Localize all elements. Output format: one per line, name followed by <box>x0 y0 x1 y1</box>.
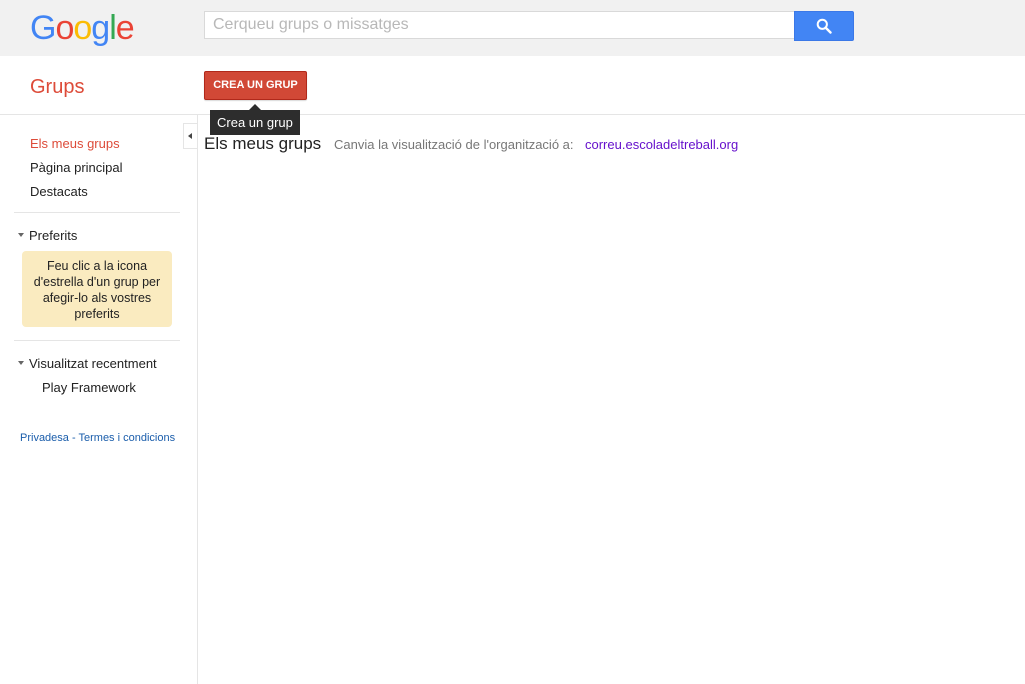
collapse-arrow-icon <box>188 133 192 139</box>
logo-letter: o <box>73 9 92 47</box>
org-switch-label: Canvia la visualització de l'organitzaci… <box>334 137 574 152</box>
recent-section-toggle[interactable]: Visualitzat recentment <box>18 356 157 371</box>
footer-links: Privadesa - Termes i condicions <box>20 432 175 444</box>
caret-down-icon <box>18 360 24 365</box>
sidebar-item-featured[interactable]: Destacats <box>30 184 88 199</box>
page-title: Els meus grups <box>204 134 322 153</box>
search-icon <box>816 18 832 34</box>
google-logo[interactable]: Google <box>30 8 135 48</box>
favorites-hint: Feu clic a la icona d'estrella d'un grup… <box>22 251 172 327</box>
logo-letter: e <box>115 9 135 47</box>
logo-letter: o <box>55 9 74 47</box>
create-group-tooltip: Crea un grup <box>210 110 300 135</box>
org-switch-link[interactable]: correu.escoladeltreball.org <box>585 137 738 152</box>
sidebar-item-my-groups[interactable]: Els meus grups <box>30 136 120 151</box>
caret-down-icon <box>18 232 24 237</box>
recent-item[interactable]: Play Framework <box>42 380 136 395</box>
top-bar: Google <box>0 0 1025 56</box>
sidebar-divider <box>14 340 180 341</box>
recent-heading: Visualitzat recentment <box>29 356 157 371</box>
logo-letter: g <box>91 9 110 47</box>
favorites-section-toggle[interactable]: Preferits <box>18 228 77 243</box>
app-title[interactable]: Grups <box>30 76 84 99</box>
favorites-heading: Preferits <box>29 228 78 243</box>
logo-letter: G <box>30 9 56 47</box>
sidebar-collapse-button[interactable] <box>183 123 197 149</box>
terms-link[interactable]: Termes i condicions <box>79 432 176 444</box>
privacy-link[interactable]: Privadesa <box>20 432 69 444</box>
sidebar-item-home[interactable]: Pàgina principal <box>30 160 123 175</box>
sidebar <box>0 115 198 684</box>
footer-separator: - <box>68 432 79 444</box>
search-button[interactable] <box>794 11 854 41</box>
search-input[interactable] <box>204 11 794 39</box>
create-group-button[interactable]: CREA UN GRUP <box>204 71 307 100</box>
app-bar: Grups CREA UN GRUP <box>0 56 1025 115</box>
sidebar-divider <box>14 212 180 213</box>
